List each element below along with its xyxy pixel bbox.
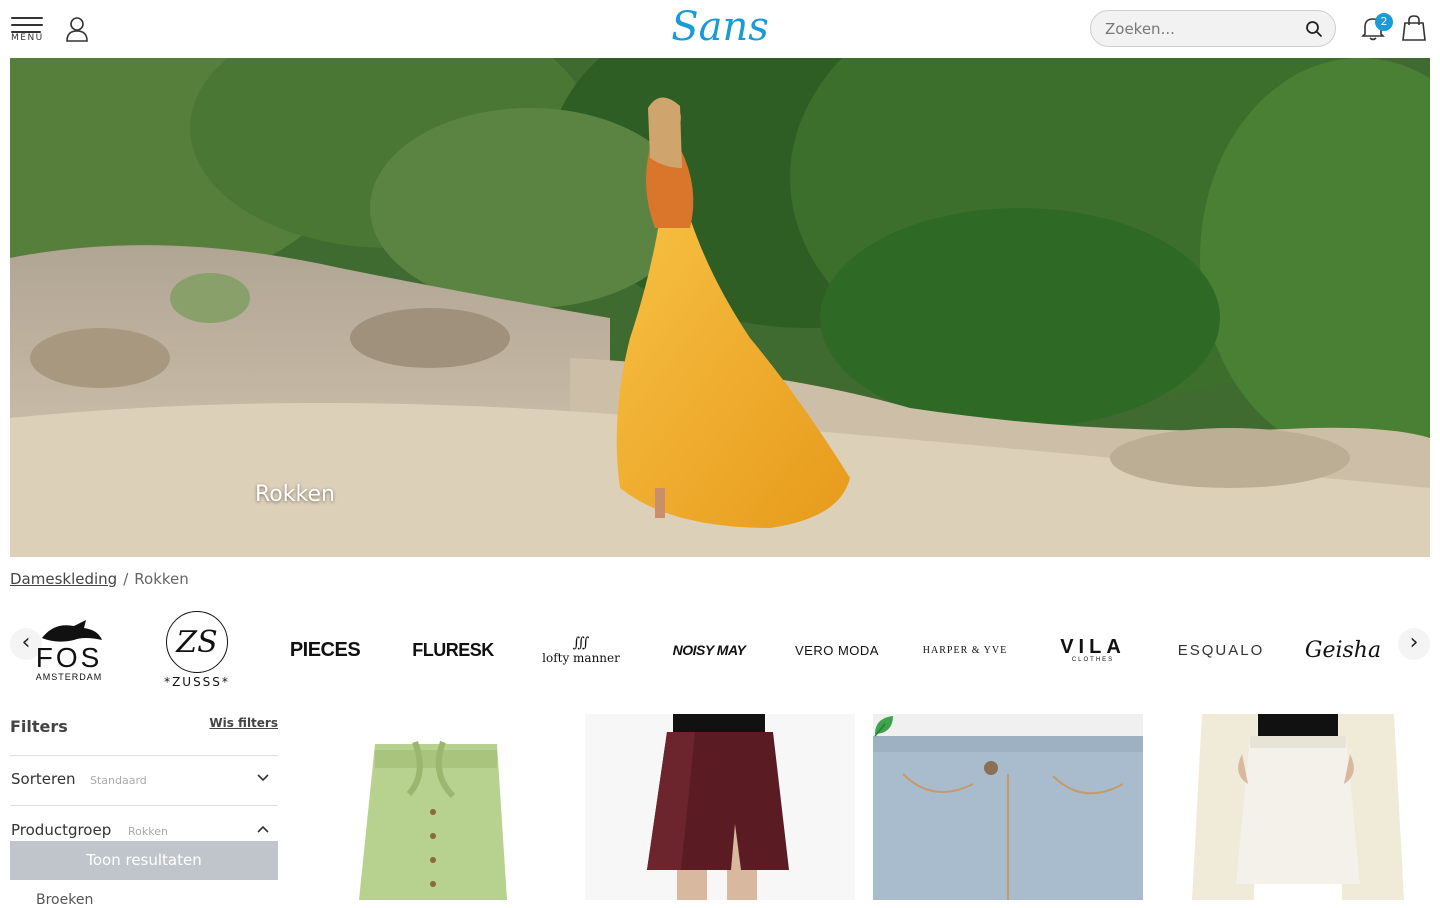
- chevron-down-icon: [257, 774, 269, 782]
- product-card[interactable]: [297, 714, 567, 900]
- chevron-right-icon: ›: [1409, 630, 1419, 655]
- hero-banner: Rokken: [10, 58, 1430, 557]
- search-input[interactable]: [1103, 18, 1293, 40]
- sort-value: Standaard: [90, 774, 147, 787]
- productgroup-value: Rokken: [128, 825, 168, 838]
- product-card[interactable]: [873, 714, 1143, 900]
- menu-button[interactable]: MENU: [11, 14, 45, 44]
- notification-badge: 2: [1375, 13, 1393, 31]
- brand-name: ZS: [176, 624, 218, 660]
- show-results-button[interactable]: Toon resultaten: [10, 841, 278, 880]
- hero-title: Rokken: [255, 482, 335, 507]
- brand-logo-geisha[interactable]: Geisha: [1288, 610, 1398, 690]
- account-icon[interactable]: [65, 16, 89, 42]
- product-image-denim-skirt: [873, 714, 1143, 900]
- brand-logo-lofty-manner[interactable]: ∭ lofty manner: [522, 610, 640, 690]
- search-box: [1090, 10, 1336, 47]
- search-icon[interactable]: [1305, 20, 1323, 38]
- logo[interactable]: Sans: [632, 4, 808, 50]
- brand-name: FLURESK: [412, 639, 494, 660]
- filters-title: Filters: [10, 717, 68, 736]
- clear-filters-link[interactable]: Wis filters: [209, 716, 278, 730]
- brand-logo-vila[interactable]: VILA CLOTHES: [1034, 610, 1152, 690]
- product-image-burgundy-skirt: [585, 714, 855, 900]
- filter-panel: Filters Wis filters Sorteren Standaard P…: [10, 705, 278, 908]
- brand-name: ESQUALO: [1177, 641, 1265, 659]
- divider: [10, 755, 278, 756]
- brand-logo-harper-yve[interactable]: HARPER & YVE: [906, 610, 1024, 690]
- shopping-bag-icon[interactable]: [1402, 14, 1426, 42]
- brand-name: PIECES: [289, 638, 361, 661]
- product-image-white-denim-skirt: [1162, 714, 1432, 900]
- brand-logo-fluresk[interactable]: FLURESK: [394, 610, 512, 690]
- brand-carousel: ‹ FOS AMSTERDAM ZS *ZUSSS* PIECES FLURES…: [10, 600, 1430, 700]
- brand-name: lofty manner: [542, 651, 620, 665]
- menu-label: MENU: [11, 33, 44, 43]
- brand-sub: AMSTERDAM: [35, 672, 103, 682]
- filter-option-broeken[interactable]: Broeken: [36, 892, 93, 908]
- breadcrumb: Dameskleding / Rokken: [10, 570, 189, 588]
- brand-logo-fos[interactable]: FOS AMSTERDAM: [10, 610, 128, 690]
- carousel-next-button[interactable]: ›: [1398, 628, 1430, 660]
- brand-name: HARPER & YVE: [922, 644, 1008, 656]
- hamburger-icon: [11, 17, 43, 19]
- divider: [10, 805, 278, 806]
- lofty-manner-mark-icon: ∭: [572, 635, 590, 651]
- leaf-icon: [874, 716, 893, 737]
- brand-sub: *ZUSSS*: [164, 675, 230, 689]
- brand-name: NOISY MAY: [672, 642, 746, 658]
- breadcrumb-separator: /: [123, 570, 129, 588]
- sort-dropdown[interactable]: Sorteren Standaard: [11, 757, 278, 801]
- fox-icon: [42, 620, 102, 642]
- hero-image: [10, 58, 1430, 557]
- brand-sub: CLOTHES: [1071, 657, 1115, 663]
- site-header: MENU Sans 2: [0, 0, 1440, 58]
- product-image-green-skirt: [297, 714, 567, 900]
- breadcrumb-current: Rokken: [134, 570, 189, 588]
- brand-name: VILA: [1060, 636, 1126, 658]
- product-card[interactable]: [1162, 714, 1432, 900]
- brand-logo-pieces[interactable]: PIECES: [266, 610, 384, 690]
- chevron-up-icon: [257, 825, 269, 833]
- brand-name: FOS: [35, 642, 103, 673]
- brand-logo-zs[interactable]: ZS *ZUSSS*: [138, 610, 256, 690]
- sort-label: Sorteren: [11, 770, 76, 788]
- logo-text: Sans: [671, 4, 769, 50]
- hamburger-icon-line: [11, 24, 43, 26]
- productgroup-label: Productgroep: [11, 821, 112, 839]
- brand-name: Geisha: [1304, 637, 1382, 663]
- product-card[interactable]: [585, 714, 855, 900]
- brand-logo-esqualo[interactable]: ESQUALO: [1162, 610, 1280, 690]
- brand-logo-noisy-may[interactable]: NOISY MAY: [650, 610, 768, 690]
- brand-name: VERO MODA: [795, 642, 879, 658]
- brand-logo-vero-moda[interactable]: VERO MODA: [778, 610, 896, 690]
- breadcrumb-link-dameskleding[interactable]: Dameskleding: [10, 570, 117, 588]
